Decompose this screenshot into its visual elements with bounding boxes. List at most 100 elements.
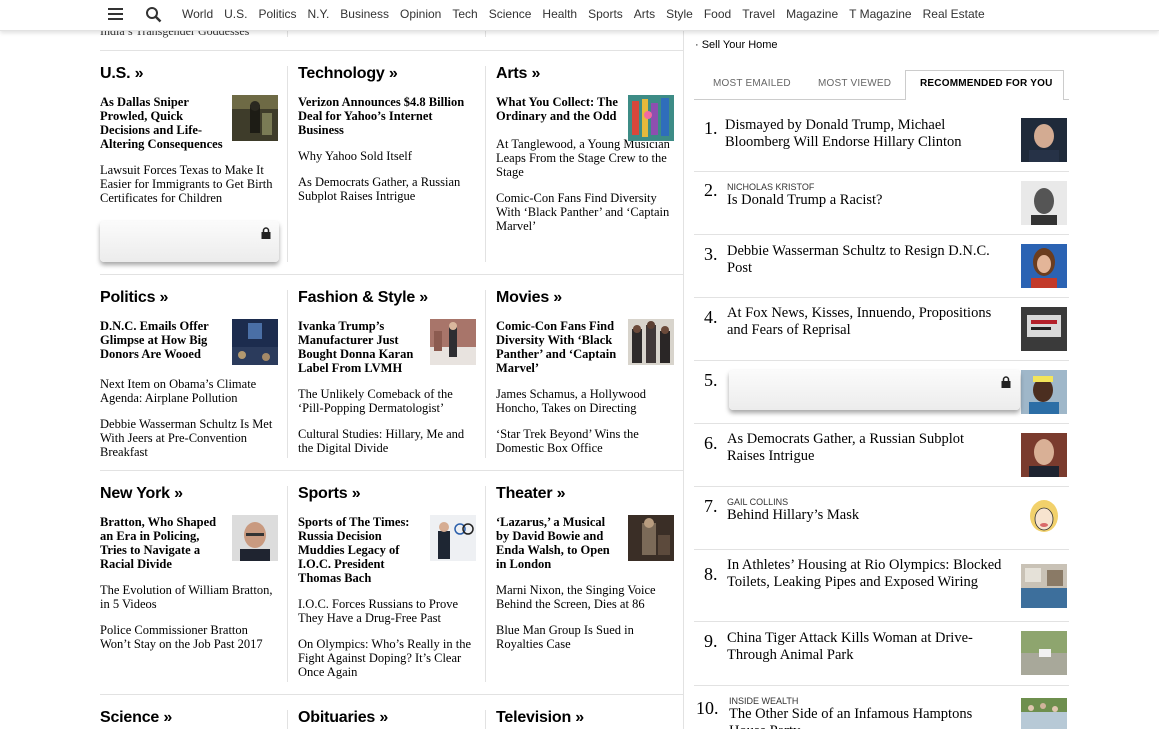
section-title-us[interactable]: U.S. » <box>100 65 278 85</box>
nav-link-business[interactable]: Business <box>340 7 389 21</box>
hillary-illustration-thumbnail[interactable] <box>1021 496 1067 540</box>
story-headline[interactable]: The Evolution of William Bratton, in 5 V… <box>100 583 278 611</box>
lead-story[interactable]: ‘Lazarus,’ a Musical by David Bowie and … <box>496 515 674 571</box>
story-headline[interactable]: Next Item on Obama’s Climate Agenda: Air… <box>100 377 278 405</box>
section-title-science[interactable]: Science » <box>100 709 278 729</box>
recommended-item[interactable]: 8. In Athletes’ Housing at Rio Olympics:… <box>694 550 1069 622</box>
story-headline[interactable]: Debbie Wasserman Schultz Is Met With Jee… <box>100 417 278 459</box>
recommended-headline[interactable]: The Other Side of an Infamous Hamptons H… <box>729 706 1004 729</box>
section-title-obituaries[interactable]: Obituaries » <box>298 709 476 729</box>
story-headline[interactable]: ‘Star Trek Beyond’ Wins the Domestic Box… <box>496 427 674 455</box>
story-headline[interactable]: D.N.C. Emails Offer Glimpse at How Big D… <box>100 319 224 361</box>
story-headline[interactable]: Comic-Con Fans Find Diversity With ‘Blac… <box>496 191 674 233</box>
nav-link-style[interactable]: Style <box>666 7 693 21</box>
lead-story[interactable]: Comic-Con Fans Find Diversity With ‘Blac… <box>496 319 674 375</box>
nav-link-sports[interactable]: Sports <box>588 7 623 21</box>
recommended-item[interactable]: 1. Dismayed by Donald Trump, Michael Blo… <box>694 108 1069 172</box>
kristof-thumbnail[interactable] <box>1021 181 1067 225</box>
section-title-movies[interactable]: Movies » <box>496 289 674 309</box>
story-headline[interactable]: Cultural Studies: Hillary, Me and the Di… <box>298 427 476 455</box>
story-headline[interactable]: The Unlikely Comeback of the ‘Pill-Poppi… <box>298 387 476 415</box>
recommended-item[interactable]: 3. Debbie Wasserman Schultz to Resign D.… <box>694 235 1069 298</box>
section-title-theater[interactable]: Theater » <box>496 485 674 505</box>
story-headline[interactable]: Marni Nixon, the Singing Voice Behind th… <box>496 583 674 611</box>
recommended-headline[interactable]: China Tiger Attack Kills Woman at Drive-… <box>727 630 1002 664</box>
section-title-technology[interactable]: Technology » <box>298 65 476 85</box>
story-headline[interactable]: What You Collect: The Ordinary and the O… <box>496 95 620 123</box>
story-headline[interactable]: Ivanka Trump’s Manufacturer Just Bought … <box>298 319 422 375</box>
nav-link-food[interactable]: Food <box>704 7 731 21</box>
recommended-headline[interactable]: At Fox News, Kisses, Innuendo, Propositi… <box>727 305 1002 339</box>
nav-link-arts[interactable]: Arts <box>634 7 655 21</box>
fox-news-thumbnail[interactable] <box>1021 307 1067 351</box>
ioc-bach-thumbnail[interactable] <box>430 515 476 561</box>
recommended-headline[interactable]: In Athletes’ Housing at Rio Olympics: Bl… <box>727 557 1002 591</box>
nav-link-real-estate[interactable]: Real Estate <box>923 7 985 21</box>
section-title-new-york[interactable]: New York » <box>100 485 278 505</box>
collection-thumbnail[interactable] <box>628 95 674 141</box>
dallas-sniper-thumbnail[interactable] <box>232 95 278 141</box>
story-headline[interactable]: As Democrats Gather, a Russian Subplot R… <box>298 175 476 203</box>
story-headline[interactable]: Verizon Announces $4.8 Billion Deal for … <box>298 95 476 137</box>
recommended-headline[interactable]: Behind Hillary’s Mask <box>727 507 1002 524</box>
dnc-emails-thumbnail[interactable] <box>232 319 278 365</box>
lead-story[interactable]: D.N.C. Emails Offer Glimpse at How Big D… <box>100 319 278 365</box>
story-headline[interactable]: ‘Lazarus,’ a Musical by David Bowie and … <box>496 515 620 571</box>
section-title-sports[interactable]: Sports » <box>298 485 476 505</box>
tiger-attack-thumbnail[interactable] <box>1021 631 1067 675</box>
section-title-arts[interactable]: Arts » <box>496 65 674 85</box>
bloomberg-thumbnail[interactable] <box>1021 118 1067 162</box>
lead-story[interactable]: As Dallas Sniper Prowled, Quick Decision… <box>100 95 278 151</box>
lead-story[interactable]: Bratton, Who Shaped an Era in Policing, … <box>100 515 278 571</box>
story-headline[interactable]: Police Commissioner Bratton Won’t Stay o… <box>100 623 278 651</box>
sell-your-home-link[interactable]: · Sell Your Home <box>695 39 778 51</box>
recommended-headline[interactable]: As Democrats Gather, a Russian Subplot R… <box>727 431 1002 465</box>
lead-story[interactable]: What You Collect: The Ordinary and the O… <box>496 95 674 141</box>
story-headline[interactable]: At Tanglewood, a Young Musician Leaps Fr… <box>496 137 674 179</box>
nav-link-health[interactable]: Health <box>542 7 577 21</box>
story-headline[interactable]: Bratton, Who Shaped an Era in Policing, … <box>100 515 224 571</box>
recommended-item[interactable]: 4. At Fox News, Kisses, Innuendo, Propos… <box>694 298 1069 361</box>
ivanka-runway-thumbnail[interactable] <box>430 319 476 365</box>
nav-link-world[interactable]: World <box>182 7 213 21</box>
recommended-headline[interactable]: Debbie Wasserman Schultz to Resign D.N.C… <box>727 243 1002 277</box>
nav-link-us[interactable]: U.S. <box>224 7 247 21</box>
recommended-item[interactable]: 7. GAIL COLLINS Behind Hillary’s Mask <box>694 487 1069 550</box>
tab-recommended-for-you[interactable]: RECOMMENDED FOR YOU <box>920 78 1053 89</box>
story-headline[interactable]: James Schamus, a Hollywood Honcho, Takes… <box>496 387 674 415</box>
putin-thumbnail[interactable] <box>1021 433 1067 477</box>
story-headline[interactable]: Blue Man Group Is Sued in Royalties Case <box>496 623 674 651</box>
nav-link-magazine[interactable]: Magazine <box>786 7 838 21</box>
section-title-television[interactable]: Television » <box>496 709 674 729</box>
tab-most-emailed[interactable]: MOST EMAILED <box>713 78 791 89</box>
search-icon[interactable] <box>145 6 162 23</box>
nav-link-ny[interactable]: N.Y. <box>307 7 329 21</box>
nav-link-politics[interactable]: Politics <box>258 7 296 21</box>
menu-icon[interactable] <box>108 8 123 21</box>
section-title-fashion-style[interactable]: Fashion & Style » <box>298 289 476 309</box>
story-headline[interactable]: I.O.C. Forces Russians to Prove They Hav… <box>298 597 476 625</box>
nav-link-tech[interactable]: Tech <box>452 7 477 21</box>
recommended-headline[interactable]: Dismayed by Donald Trump, Michael Bloomb… <box>725 117 1000 151</box>
recommended-item[interactable]: 6. As Democrats Gather, a Russian Subplo… <box>694 424 1069 487</box>
nav-link-t-magazine[interactable]: T Magazine <box>849 7 911 21</box>
lead-story[interactable]: Ivanka Trump’s Manufacturer Just Bought … <box>298 319 476 375</box>
nav-link-opinion[interactable]: Opinion <box>400 7 441 21</box>
nav-link-science[interactable]: Science <box>489 7 532 21</box>
bratton-thumbnail[interactable] <box>232 515 278 561</box>
nav-link-travel[interactable]: Travel <box>742 7 775 21</box>
story-headline[interactable]: As Dallas Sniper Prowled, Quick Decision… <box>100 95 224 151</box>
hamptons-party-thumbnail[interactable] <box>1021 698 1067 729</box>
story-headline[interactable]: Lawsuit Forces Texas to Make It Easier f… <box>100 163 278 205</box>
story-headline[interactable]: Sports of The Times: Russia Decision Mud… <box>298 515 422 585</box>
story-headline[interactable]: On Olympics: Who’s Really in the Fight A… <box>298 637 476 679</box>
lead-story[interactable]: Sports of The Times: Russia Decision Mud… <box>298 515 476 585</box>
recommended-item[interactable]: 2. NICHOLAS KRISTOF Is Donald Trump a Ra… <box>694 172 1069 235</box>
section-title-politics[interactable]: Politics » <box>100 289 278 309</box>
rio-housing-thumbnail[interactable] <box>1021 564 1067 608</box>
recommended-item[interactable]: 9. China Tiger Attack Kills Woman at Dri… <box>694 622 1069 686</box>
recommended-headline[interactable]: Is Donald Trump a Racist? <box>727 192 1002 209</box>
comic-con-thumbnail[interactable] <box>628 319 674 365</box>
wasserman-schultz-thumbnail[interactable] <box>1021 244 1067 288</box>
lazarus-thumbnail[interactable] <box>628 515 674 561</box>
